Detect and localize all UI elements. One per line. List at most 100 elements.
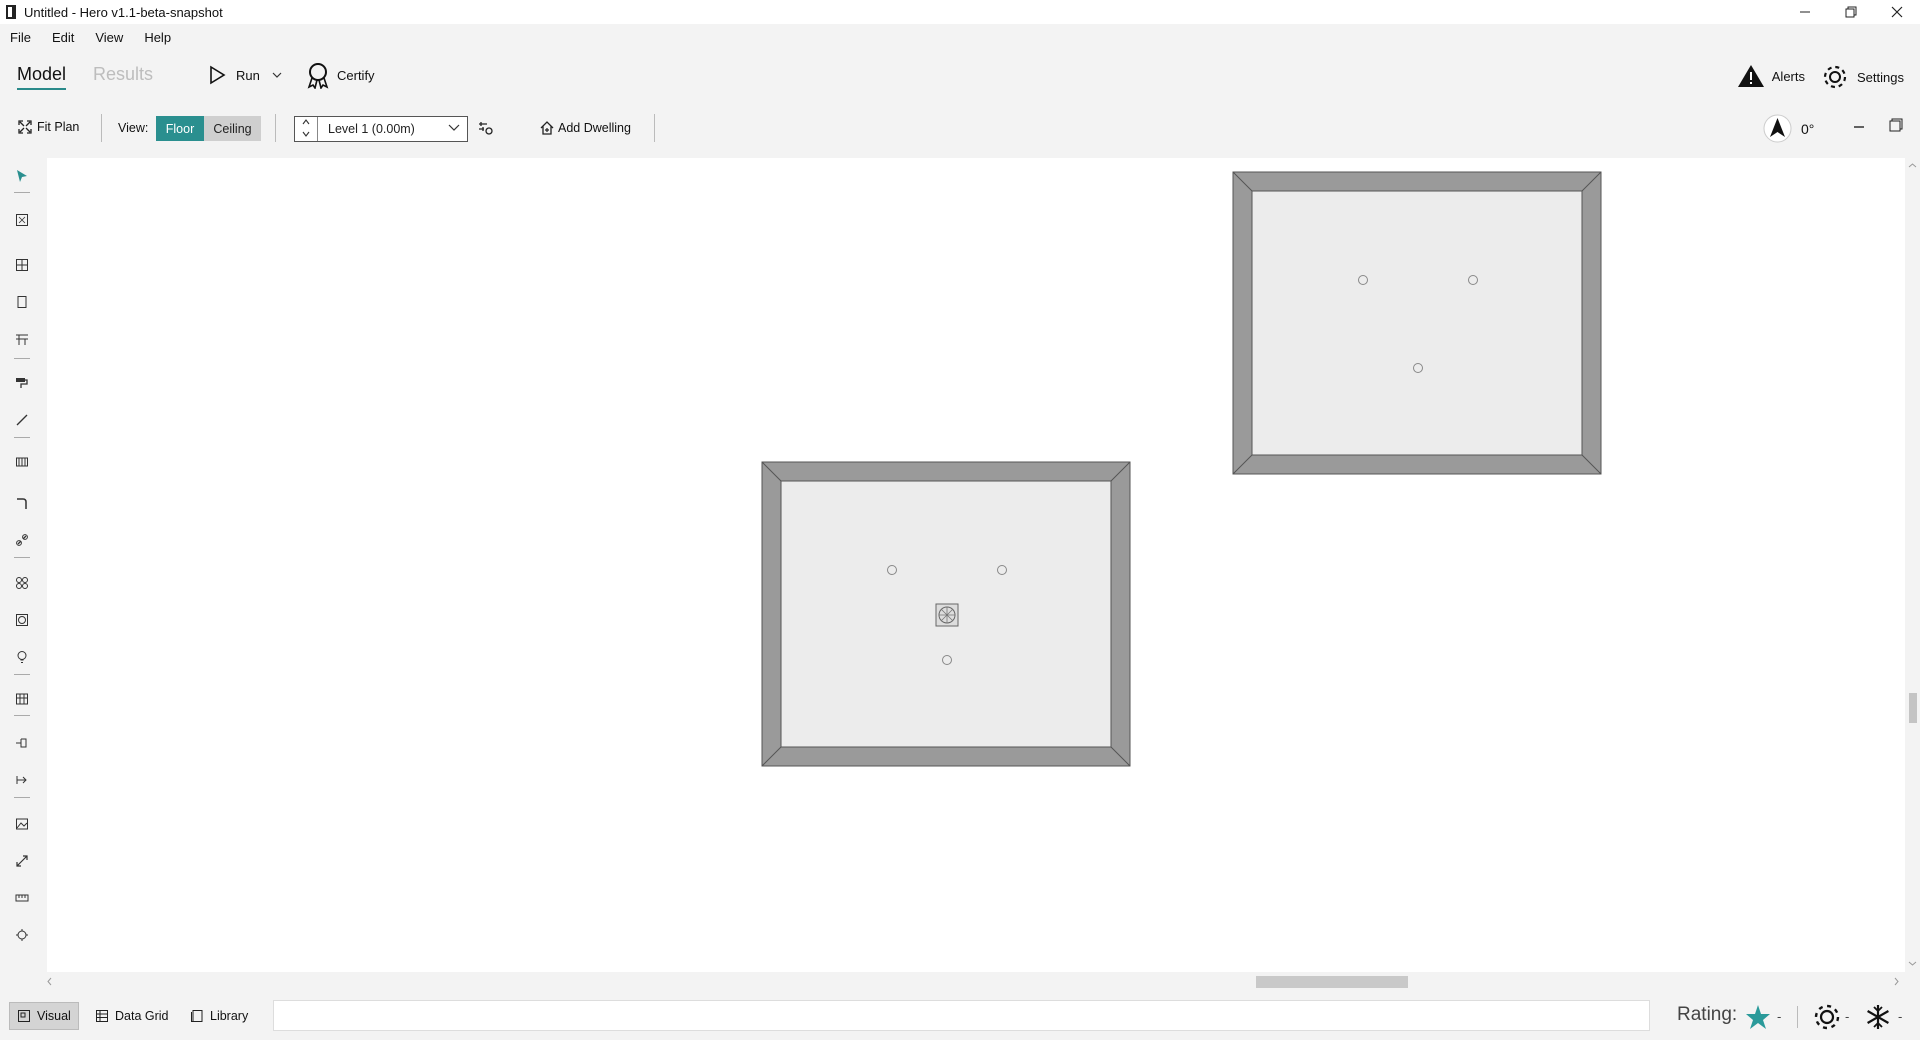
tool-palette bbox=[0, 160, 44, 992]
radiator-icon[interactable] bbox=[12, 452, 32, 472]
pipe-icon[interactable] bbox=[12, 493, 32, 513]
star-icon bbox=[1746, 1005, 1770, 1029]
rating-value: - bbox=[1777, 1009, 1782, 1024]
link-icon[interactable] bbox=[12, 530, 32, 550]
chevron-up-icon[interactable] bbox=[301, 118, 311, 126]
restore-icon[interactable] bbox=[1828, 0, 1874, 24]
chevron-down-icon[interactable] bbox=[448, 122, 460, 132]
cooling-snowflake-icon bbox=[1867, 1005, 1889, 1029]
settings-label: Settings bbox=[1857, 69, 1904, 85]
run-button[interactable]: Run bbox=[207, 65, 282, 85]
level-selector[interactable]: Level 1 (0.00m) bbox=[294, 116, 468, 142]
chevron-down-icon[interactable] bbox=[1908, 960, 1917, 967]
certify-label: Certify bbox=[337, 67, 375, 83]
line-icon[interactable] bbox=[12, 410, 32, 430]
data-grid-label: Data Grid bbox=[115, 1009, 169, 1023]
table-icon bbox=[96, 1010, 108, 1022]
gear-icon bbox=[1823, 65, 1847, 89]
chevron-up-icon[interactable] bbox=[1908, 162, 1917, 169]
visual-view-button[interactable]: Visual bbox=[9, 1002, 79, 1030]
north-rotation-control[interactable]: 0° bbox=[1763, 114, 1814, 143]
vertical-scroll-thumb[interactable] bbox=[1909, 693, 1917, 723]
resize-icon[interactable] bbox=[12, 851, 32, 871]
level-settings-button[interactable] bbox=[477, 120, 494, 136]
lightbulb-icon[interactable] bbox=[12, 647, 32, 667]
status-message-field bbox=[273, 1000, 1650, 1031]
tab-results[interactable]: Results bbox=[93, 64, 153, 85]
visual-plan-icon bbox=[18, 1010, 30, 1022]
run-label: Run bbox=[236, 67, 260, 83]
menu-view[interactable]: View bbox=[95, 30, 123, 45]
plan-drawing bbox=[761, 171, 1602, 767]
heating-sun-icon bbox=[1814, 1004, 1840, 1030]
stairs-icon[interactable] bbox=[12, 329, 32, 349]
chevron-down-icon[interactable] bbox=[301, 130, 311, 138]
maximize-panel-icon[interactable] bbox=[1889, 118, 1903, 132]
settings-button[interactable]: Settings bbox=[1822, 64, 1904, 90]
floor-plan-canvas[interactable] bbox=[47, 158, 1905, 972]
floor-grid-icon[interactable] bbox=[12, 255, 32, 275]
menu-help[interactable]: Help bbox=[144, 30, 171, 45]
level-value: Level 1 (0.00m) bbox=[328, 122, 415, 136]
ceiling-grid-icon[interactable] bbox=[12, 689, 32, 709]
floor-view-toggle[interactable]: Floor bbox=[156, 116, 204, 141]
add-dwelling-label: Add Dwelling bbox=[558, 121, 631, 135]
alerts-button[interactable]: Alerts bbox=[1737, 64, 1805, 88]
main-ribbon: Model Results Run Certify Alerts Setting… bbox=[0, 56, 1920, 98]
ruler-icon[interactable] bbox=[12, 888, 32, 908]
vertical-scrollbar[interactable] bbox=[1905, 158, 1920, 984]
fit-plan-button[interactable]: Fit Plan bbox=[18, 120, 79, 134]
chevron-right-icon[interactable] bbox=[1893, 977, 1900, 986]
data-grid-button[interactable]: Data Grid bbox=[88, 1002, 176, 1030]
play-icon bbox=[210, 65, 226, 85]
chevron-down-icon[interactable] bbox=[272, 71, 282, 79]
layers-settings-icon bbox=[479, 122, 493, 135]
chevron-left-icon[interactable] bbox=[46, 977, 53, 986]
north-arrow-icon bbox=[1763, 114, 1792, 143]
certify-button[interactable]: Certify bbox=[305, 61, 375, 89]
connector-icon[interactable] bbox=[12, 770, 32, 790]
horizontal-scrollbar[interactable] bbox=[43, 972, 1905, 988]
certificate-badge-icon bbox=[307, 63, 329, 89]
fit-screen-icon bbox=[18, 120, 32, 134]
vent-grille-icon[interactable] bbox=[12, 610, 32, 630]
app-logo-icon bbox=[6, 5, 16, 19]
level-stepper[interactable] bbox=[295, 117, 318, 141]
ceiling-view-toggle[interactable]: Ceiling bbox=[204, 116, 261, 141]
door-icon[interactable] bbox=[12, 292, 32, 312]
close-icon[interactable] bbox=[1874, 0, 1920, 24]
window-controls bbox=[1782, 0, 1920, 24]
rating-label: Rating: bbox=[1677, 1004, 1738, 1025]
view-label: View: bbox=[118, 121, 149, 135]
rotation-value: 0° bbox=[1801, 120, 1815, 137]
menu-bar: File Edit View Help bbox=[0, 26, 192, 48]
horizontal-scroll-thumb[interactable] bbox=[1256, 976, 1408, 988]
minimize-icon[interactable] bbox=[1782, 0, 1828, 24]
visual-label: Visual bbox=[37, 1009, 71, 1023]
menu-edit[interactable]: Edit bbox=[52, 30, 74, 45]
zoom-out-icon[interactable] bbox=[1852, 120, 1866, 134]
room-icon[interactable] bbox=[12, 210, 32, 230]
title-bar: Untitled - Hero v1.1-beta-snapshot bbox=[0, 0, 1920, 24]
room-upper-right[interactable] bbox=[1232, 171, 1602, 475]
add-dwelling-button[interactable]: Add Dwelling bbox=[539, 120, 631, 136]
route-icon[interactable] bbox=[12, 733, 32, 753]
tab-model[interactable]: Model bbox=[17, 64, 67, 90]
paint-roller-icon[interactable] bbox=[12, 373, 32, 393]
menu-file[interactable]: File bbox=[10, 30, 31, 45]
warning-icon bbox=[1737, 65, 1764, 87]
library-label: Library bbox=[210, 1009, 249, 1023]
fan-icon[interactable] bbox=[12, 573, 32, 593]
plan-toolbar: Fit Plan View: Floor Ceiling Level 1 (0.… bbox=[0, 112, 1920, 144]
image-icon[interactable] bbox=[12, 814, 32, 834]
cooling-value: - bbox=[1898, 1009, 1903, 1024]
origin-icon[interactable] bbox=[12, 925, 32, 945]
status-bar: Visual Data Grid Library Rating: - - - bbox=[0, 996, 1920, 1040]
select-pointer-icon[interactable] bbox=[12, 166, 32, 186]
alerts-label: Alerts bbox=[1771, 68, 1805, 84]
fan-unit-icon[interactable] bbox=[935, 603, 959, 627]
library-button[interactable]: Library bbox=[183, 1002, 255, 1030]
heating-value: - bbox=[1845, 1009, 1850, 1024]
fit-plan-label: Fit Plan bbox=[37, 120, 80, 134]
library-book-icon bbox=[191, 1010, 203, 1022]
